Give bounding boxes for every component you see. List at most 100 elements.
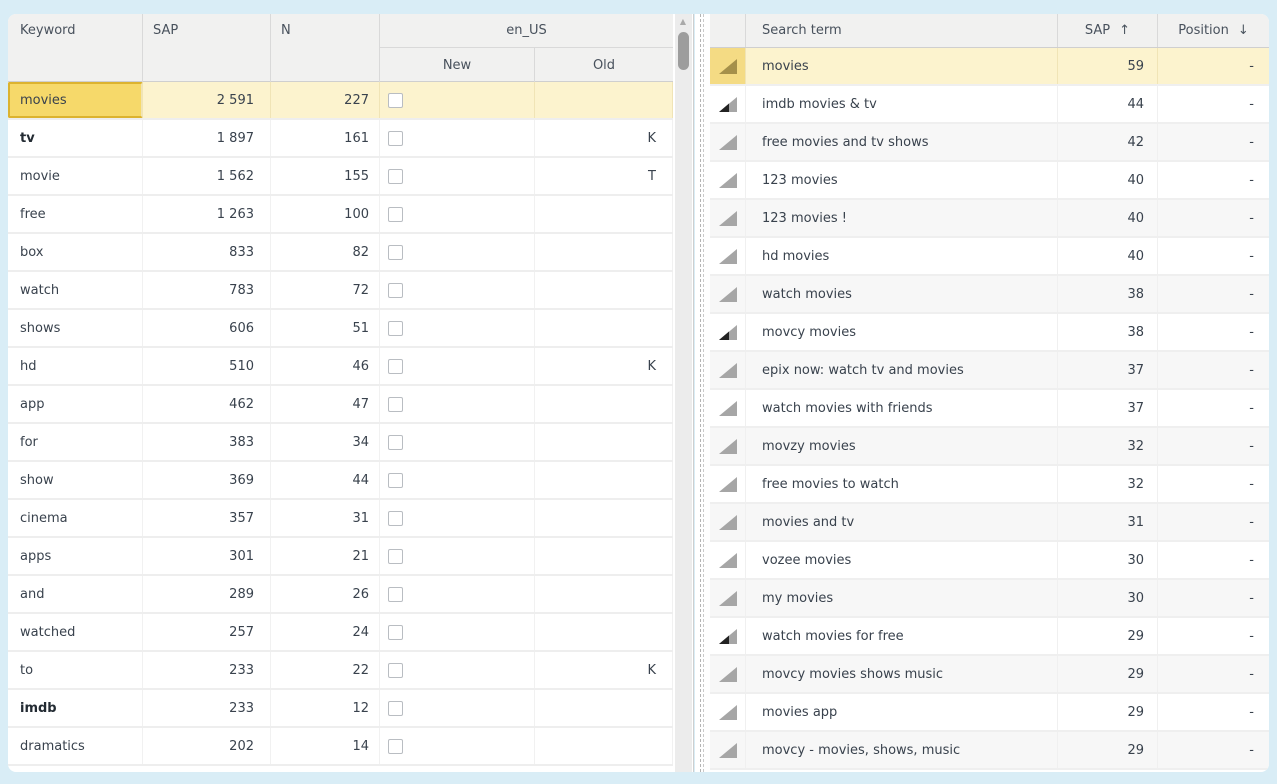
search-term-row[interactable]: movcy - movies, shows, music29- xyxy=(710,732,1269,770)
new-checkbox[interactable] xyxy=(388,359,403,374)
new-checkbox[interactable] xyxy=(388,663,403,678)
keyword-row[interactable]: tv1 897161K xyxy=(8,120,673,158)
search-term-cell[interactable]: my movies xyxy=(746,580,1058,616)
keyword-cell[interactable]: and xyxy=(8,576,143,612)
sort-ascending-icon[interactable]: ↑ xyxy=(1119,23,1130,38)
keyword-cell[interactable]: app xyxy=(8,386,143,422)
keyword-row[interactable]: and28926 xyxy=(8,576,673,614)
search-term-row[interactable]: my movies30- xyxy=(710,580,1269,618)
search-term-row[interactable]: watch movies38- xyxy=(710,276,1269,314)
search-term-cell[interactable]: movies and tv xyxy=(746,504,1058,540)
column-header-keyword[interactable]: Keyword xyxy=(8,14,143,82)
keywords-scrollbar[interactable]: ▲ xyxy=(673,14,693,772)
new-checkbox[interactable] xyxy=(388,283,403,298)
keyword-cell[interactable]: apps xyxy=(8,538,143,574)
search-term-cell[interactable]: free movies to watch xyxy=(746,466,1058,502)
search-term-row[interactable]: movies app29- xyxy=(710,694,1269,732)
search-term-cell[interactable]: 123 movies xyxy=(746,162,1058,198)
search-term-row[interactable]: imdb movies & tv44- xyxy=(710,86,1269,124)
new-checkbox[interactable] xyxy=(388,131,403,146)
search-term-cell[interactable]: watch movies xyxy=(746,276,1058,312)
search-term-row[interactable]: watch movies with friends37- xyxy=(710,390,1269,428)
new-checkbox[interactable] xyxy=(388,549,403,564)
keyword-row[interactable]: to23322K xyxy=(8,652,673,690)
keyword-row[interactable]: app46247 xyxy=(8,386,673,424)
keyword-cell[interactable]: to xyxy=(8,652,143,688)
keyword-row[interactable]: cinema35731 xyxy=(8,500,673,538)
column-header-position-sort[interactable]: Position ↓ xyxy=(1158,14,1269,47)
keyword-row[interactable]: dramatics20214 xyxy=(8,728,673,766)
scrollbar-up-icon[interactable]: ▲ xyxy=(675,17,692,26)
keyword-cell[interactable]: watch xyxy=(8,272,143,308)
new-checkbox[interactable] xyxy=(388,93,403,108)
search-term-row[interactable]: epix now: watch tv and movies37- xyxy=(710,352,1269,390)
keyword-row[interactable]: imdb23312 xyxy=(8,690,673,728)
column-header-search-term[interactable]: Search term xyxy=(746,14,1058,47)
keyword-cell[interactable]: for xyxy=(8,424,143,460)
keyword-cell[interactable]: imdb xyxy=(8,690,143,726)
search-term-row[interactable]: movzy movies32- xyxy=(710,428,1269,466)
new-checkbox[interactable] xyxy=(388,625,403,640)
search-term-row[interactable]: movies and tv31- xyxy=(710,504,1269,542)
column-group-header-locale[interactable]: en_US xyxy=(380,14,673,48)
search-term-cell[interactable]: movies xyxy=(746,48,1058,84)
keyword-row[interactable]: apps30121 xyxy=(8,538,673,576)
new-checkbox[interactable] xyxy=(388,397,403,412)
keyword-cell[interactable]: shows xyxy=(8,310,143,346)
scrollbar-track[interactable]: ▲ xyxy=(675,14,692,772)
search-term-row[interactable]: movcy movies38- xyxy=(710,314,1269,352)
keyword-row[interactable]: free1 263100 xyxy=(8,196,673,234)
search-term-row[interactable]: movcy movies shows music29- xyxy=(710,656,1269,694)
search-term-row[interactable]: 123 movies !40- xyxy=(710,200,1269,238)
search-term-row[interactable]: 123 movies40- xyxy=(710,162,1269,200)
keyword-row[interactable]: movie1 562155T xyxy=(8,158,673,196)
new-checkbox[interactable] xyxy=(388,245,403,260)
search-term-cell[interactable]: imdb movies & tv xyxy=(746,86,1058,122)
new-checkbox[interactable] xyxy=(388,473,403,488)
new-checkbox[interactable] xyxy=(388,511,403,526)
search-term-cell[interactable]: movies app xyxy=(746,694,1058,730)
search-term-cell[interactable]: movzy movies xyxy=(746,428,1058,464)
new-checkbox[interactable] xyxy=(388,739,403,754)
search-term-cell[interactable]: movcy movies shows music xyxy=(746,656,1058,692)
new-checkbox[interactable] xyxy=(388,587,403,602)
search-term-row[interactable]: watch movies for free29- xyxy=(710,618,1269,656)
search-term-cell[interactable]: free movies and tv shows xyxy=(746,124,1058,160)
column-header-sap-sort[interactable]: SAP ↑ xyxy=(1058,14,1158,47)
new-checkbox[interactable] xyxy=(388,169,403,184)
column-header-new[interactable]: New xyxy=(380,48,535,82)
keyword-cell[interactable]: dramatics xyxy=(8,728,143,764)
search-term-row[interactable]: vozee movies30- xyxy=(710,542,1269,580)
new-checkbox[interactable] xyxy=(388,701,403,716)
search-term-row[interactable]: free movies and tv shows42- xyxy=(710,124,1269,162)
search-term-row[interactable]: movies59- xyxy=(710,48,1269,86)
new-checkbox[interactable] xyxy=(388,207,403,222)
keyword-cell[interactable]: movie xyxy=(8,158,143,194)
sort-descending-icon[interactable]: ↓ xyxy=(1238,23,1249,38)
keyword-cell[interactable]: free xyxy=(8,196,143,232)
column-header-old[interactable]: Old xyxy=(535,48,673,82)
column-header-n[interactable]: N xyxy=(271,14,380,82)
keyword-row[interactable]: watched25724 xyxy=(8,614,673,652)
search-term-row[interactable]: hd movies40- xyxy=(710,238,1269,276)
search-term-cell[interactable]: hd movies xyxy=(746,238,1058,274)
keyword-row[interactable]: hd51046K xyxy=(8,348,673,386)
keyword-cell[interactable]: watched xyxy=(8,614,143,650)
keyword-cell[interactable]: box xyxy=(8,234,143,270)
keyword-row[interactable]: movies2 591227 xyxy=(8,82,673,120)
column-header-sap[interactable]: SAP xyxy=(143,14,271,82)
keyword-row[interactable]: for38334 xyxy=(8,424,673,462)
search-term-cell[interactable]: 123 movies ! xyxy=(746,200,1058,236)
search-term-row[interactable]: free movies to watch32- xyxy=(710,466,1269,504)
keyword-cell[interactable]: tv xyxy=(8,120,143,156)
keyword-row[interactable]: show36944 xyxy=(8,462,673,500)
new-checkbox[interactable] xyxy=(388,435,403,450)
search-term-cell[interactable]: watch movies for free xyxy=(746,618,1058,654)
keyword-row[interactable]: shows60651 xyxy=(8,310,673,348)
search-term-cell[interactable]: movcy movies xyxy=(746,314,1058,350)
search-term-cell[interactable]: epix now: watch tv and movies xyxy=(746,352,1058,388)
keyword-cell[interactable]: cinema xyxy=(8,500,143,536)
keyword-cell[interactable]: movies xyxy=(8,82,143,118)
panel-splitter[interactable] xyxy=(695,14,710,772)
search-term-cell[interactable]: watch movies with friends xyxy=(746,390,1058,426)
